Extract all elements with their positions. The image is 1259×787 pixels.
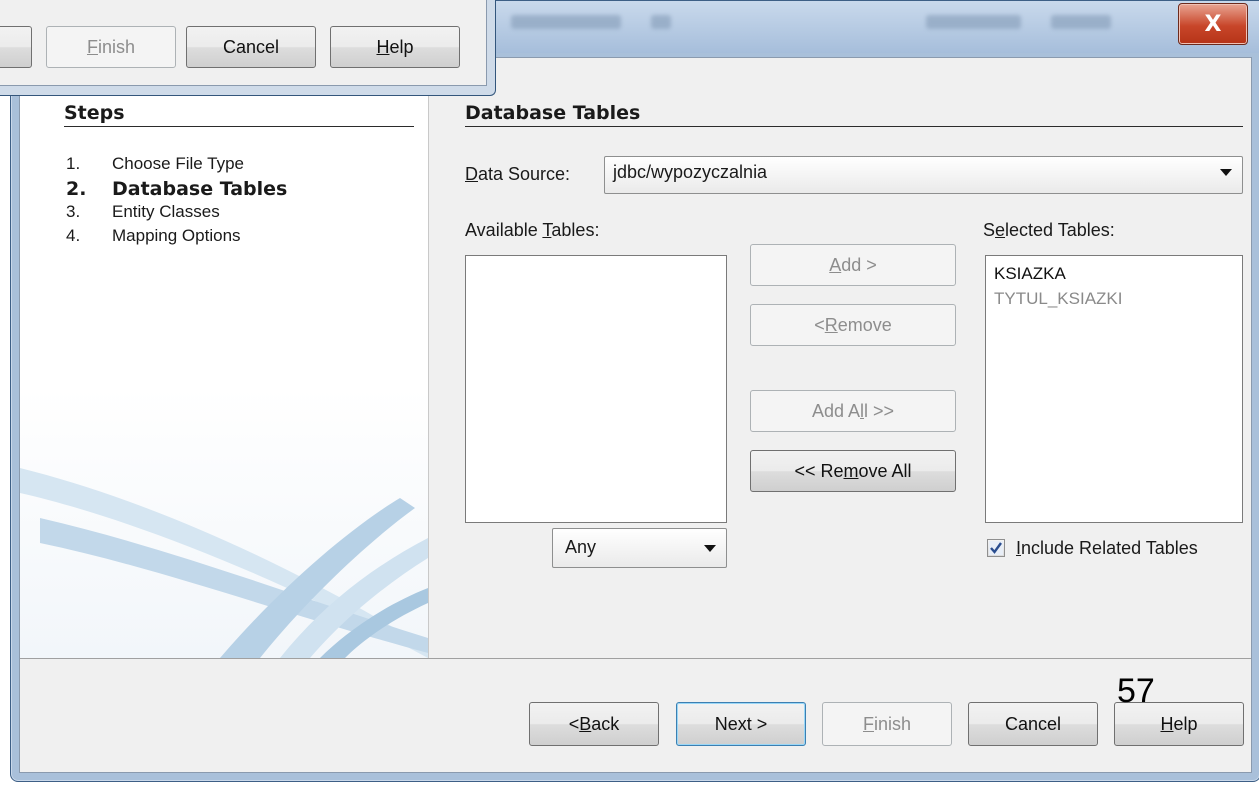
previous-dialog-help-button[interactable]: Help (330, 26, 460, 68)
data-source-value: jdbc/wypozyczalnia (613, 162, 768, 182)
step-item-entity-classes: 3. Entity Classes (66, 202, 220, 221)
step-item-choose-file-type: 1. Choose File Type (66, 154, 244, 173)
step-item-mapping-options: 4. Mapping Options (66, 226, 241, 245)
add-all-button[interactable]: Add All >> (750, 390, 956, 432)
next-button[interactable]: Next > (676, 702, 806, 746)
wizard-decoration-graphic (20, 468, 428, 658)
selected-tables-label: Selected Tables: (983, 220, 1115, 240)
finish-button[interactable]: Finish (822, 702, 952, 746)
chevron-down-icon (704, 545, 716, 552)
list-item[interactable]: TYTUL_KSIAZKI (994, 289, 1122, 309)
chevron-down-icon (1220, 169, 1232, 176)
data-source-label: Data Source: (465, 164, 571, 184)
remove-button[interactable]: < Remove (750, 304, 956, 346)
steps-list: 1. Choose File Type 2. Database Tables 3… (66, 154, 287, 250)
window-close-button[interactable]: X (1178, 3, 1248, 45)
previous-dialog-cancel-button[interactable]: Cancel (186, 26, 316, 68)
include-related-tables-checkbox[interactable] (987, 539, 1005, 557)
checkmark-icon (989, 541, 1003, 555)
steps-heading: Steps (64, 102, 414, 127)
available-tables-label: Available Tables: (465, 220, 600, 240)
step-item-database-tables: 2. Database Tables (66, 178, 288, 200)
new-entity-classes-wizard-window: X Steps 1. Choose File Type 2. Database … (10, 0, 1259, 782)
title-text-blurred (926, 15, 1021, 29)
previous-dialog-fragment: Finish Cancel Help (0, 0, 496, 96)
previous-dialog-client: Finish Cancel Help (0, 0, 487, 86)
close-icon: X (1204, 11, 1222, 37)
data-source-combobox[interactable]: jdbc/wypozyczalnia (604, 156, 1243, 194)
add-button[interactable]: Add > (750, 244, 956, 286)
wizard-client-area: Steps 1. Choose File Type 2. Database Ta… (19, 57, 1252, 773)
title-text-blurred (1051, 15, 1111, 29)
title-text-blurred (651, 15, 671, 29)
table-filter-combobox[interactable]: Any (552, 528, 727, 568)
previous-dialog-next-button[interactable] (0, 26, 32, 68)
selected-tables-list[interactable]: KSIAZKA TYTUL_KSIAZKI (985, 255, 1243, 523)
back-button[interactable]: < Back (529, 702, 659, 746)
footer-divider (20, 658, 1251, 659)
previous-dialog-finish-button[interactable]: Finish (46, 26, 176, 68)
slide-number: 57 (1117, 672, 1155, 710)
table-filter-value: Any (565, 537, 597, 557)
remove-all-button[interactable]: << Re m ove All (750, 450, 956, 492)
list-item[interactable]: KSIAZKA (994, 264, 1066, 284)
title-text-blurred (511, 15, 621, 29)
available-tables-list[interactable] (465, 255, 727, 523)
include-related-tables-label[interactable]: Include Related Tables (1016, 538, 1198, 559)
steps-panel: Steps 1. Choose File Type 2. Database Ta… (20, 58, 429, 658)
cancel-button[interactable]: Cancel (968, 702, 1098, 746)
page-title: Database Tables (465, 102, 1243, 127)
